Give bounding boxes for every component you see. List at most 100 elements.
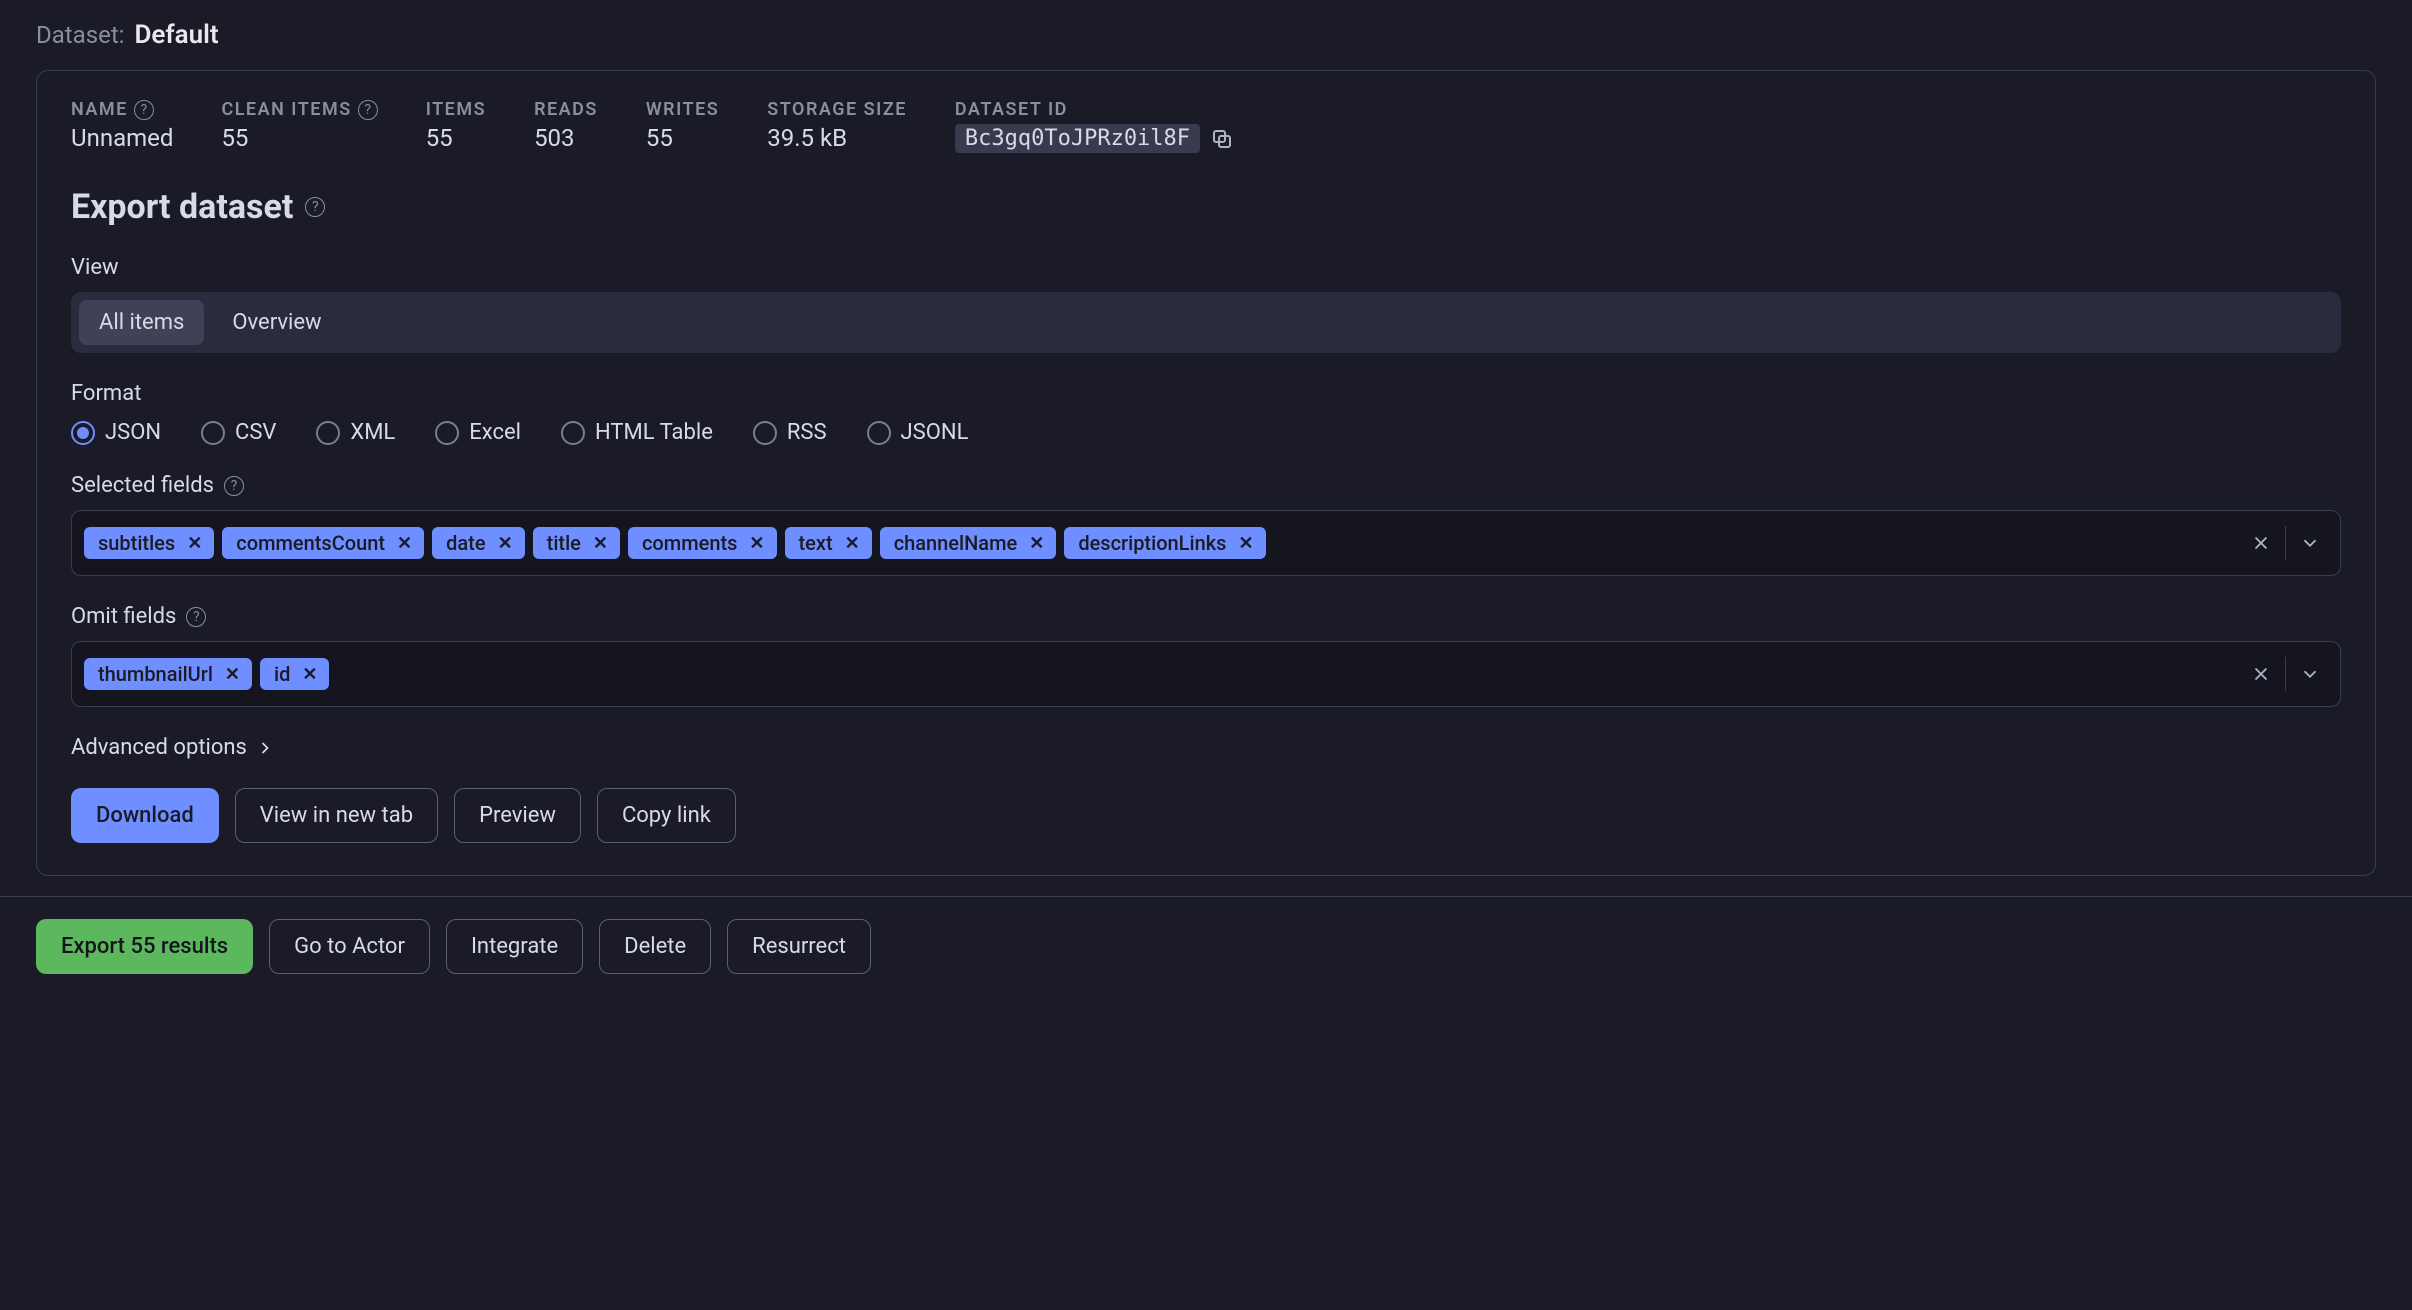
go-to-actor-button[interactable]: Go to Actor (269, 919, 430, 974)
export-title: Export dataset ? (71, 187, 2341, 227)
stat-name-value: Unnamed (71, 124, 173, 152)
remove-tag-icon[interactable]: ✕ (841, 533, 864, 554)
export-buttons-row: Download View in new tab Preview Copy li… (71, 788, 2341, 843)
chevron-right-icon (255, 738, 275, 758)
stat-reads-value: 503 (534, 124, 598, 152)
export-results-button[interactable]: Export 55 results (36, 919, 253, 974)
integrate-button[interactable]: Integrate (446, 919, 583, 974)
help-icon[interactable]: ? (224, 476, 244, 496)
advanced-options-label: Advanced options (71, 735, 247, 760)
stat-reads: READS 503 (534, 99, 598, 153)
format-label: CSV (235, 420, 276, 445)
advanced-options-toggle[interactable]: Advanced options (71, 735, 2341, 760)
remove-tag-icon[interactable]: ✕ (1025, 533, 1048, 554)
field-tag: id ✕ (260, 658, 329, 690)
field-tag: descriptionLinks ✕ (1064, 527, 1265, 559)
help-icon[interactable]: ? (186, 607, 206, 627)
format-label: XML (350, 420, 395, 445)
tag-label: date (446, 531, 485, 555)
format-label: Excel (469, 420, 521, 445)
field-tag: subtitles ✕ (84, 527, 214, 559)
field-tag: comments ✕ (628, 527, 777, 559)
tag-label: descriptionLinks (1078, 531, 1226, 555)
format-radio-rss[interactable]: RSS (753, 420, 827, 445)
remove-tag-icon[interactable]: ✕ (298, 664, 321, 685)
remove-tag-icon[interactable]: ✕ (183, 533, 206, 554)
view-overview[interactable]: Overview (212, 300, 341, 345)
tag-label: title (547, 531, 581, 555)
remove-tag-icon[interactable]: ✕ (494, 533, 517, 554)
format-label: RSS (787, 420, 827, 445)
radio-icon (201, 421, 225, 445)
format-radio-xml[interactable]: XML (316, 420, 395, 445)
chevron-down-icon[interactable] (2288, 521, 2332, 565)
format-radio-excel[interactable]: Excel (435, 420, 521, 445)
tag-label: id (274, 662, 290, 686)
tag-label: comments (642, 531, 737, 555)
dataset-name: Default (135, 20, 219, 50)
stat-clean-value: 55 (221, 124, 377, 152)
remove-tag-icon[interactable]: ✕ (745, 533, 768, 554)
tag-label: thumbnailUrl (98, 662, 213, 686)
remove-tag-icon[interactable]: ✕ (1234, 533, 1257, 554)
copy-icon[interactable] (1210, 127, 1234, 151)
help-icon[interactable]: ? (134, 100, 154, 120)
radio-icon (867, 421, 891, 445)
stat-name: NAME? Unnamed (71, 99, 173, 153)
format-label: JSONL (901, 420, 969, 445)
export-card: NAME? Unnamed CLEAN ITEMS? 55 ITEMS 55 R… (36, 70, 2376, 876)
copy-link-button[interactable]: Copy link (597, 788, 736, 843)
stat-storage-label: STORAGE SIZE (767, 99, 907, 120)
tag-label: commentsCount (236, 531, 385, 555)
help-icon[interactable]: ? (358, 100, 378, 120)
format-radio-jsonl[interactable]: JSONL (867, 420, 969, 445)
format-radio-html-table[interactable]: HTML Table (561, 420, 713, 445)
selected-fields-label: Selected fields ? (71, 473, 2341, 498)
stat-writes: WRITES 55 (646, 99, 719, 153)
tag-label: text (799, 531, 833, 555)
download-button[interactable]: Download (71, 788, 219, 843)
field-tag: commentsCount ✕ (222, 527, 424, 559)
omit-fields-input[interactable]: thumbnailUrl ✕ id ✕ (71, 641, 2341, 707)
dataset-id-value: Bc3gq0ToJPRz0il8F (955, 124, 1200, 153)
help-icon[interactable]: ? (305, 197, 325, 217)
chevron-down-icon[interactable] (2288, 652, 2332, 696)
radio-icon (753, 421, 777, 445)
field-tag: title ✕ (533, 527, 620, 559)
stat-writes-value: 55 (646, 124, 719, 152)
remove-tag-icon[interactable]: ✕ (589, 533, 612, 554)
format-label: Format (71, 381, 2341, 406)
stat-items: ITEMS 55 (426, 99, 486, 153)
omit-fields-label: Omit fields ? (71, 604, 2341, 629)
stat-id-label: DATASET ID (955, 99, 1234, 120)
view-label: View (71, 255, 2341, 280)
field-tag: thumbnailUrl ✕ (84, 658, 252, 690)
stat-items-value: 55 (426, 124, 486, 152)
delete-button[interactable]: Delete (599, 919, 711, 974)
footer-bar: Export 55 results Go to Actor Integrate … (0, 896, 2412, 996)
view-all-items[interactable]: All items (79, 300, 204, 345)
tag-label: subtitles (98, 531, 175, 555)
view-new-tab-button[interactable]: View in new tab (235, 788, 438, 843)
page-header: Dataset: Default (0, 0, 2412, 60)
selected-fields-input[interactable]: subtitles✕commentsCount✕date✕title✕comme… (71, 510, 2341, 576)
format-radio-json[interactable]: JSON (71, 420, 161, 445)
radio-icon (435, 421, 459, 445)
stat-clean-items: CLEAN ITEMS? 55 (221, 99, 377, 153)
clear-all-icon[interactable] (2239, 521, 2283, 565)
resurrect-button[interactable]: Resurrect (727, 919, 871, 974)
remove-tag-icon[interactable]: ✕ (221, 664, 244, 685)
remove-tag-icon[interactable]: ✕ (393, 533, 416, 554)
clear-all-icon[interactable] (2239, 652, 2283, 696)
stat-name-label: NAME (71, 99, 128, 120)
format-radio-group: JSON CSV XML Excel HTML Table RSS JSONL (71, 420, 2341, 445)
stat-clean-label: CLEAN ITEMS (221, 99, 351, 120)
dataset-prefix: Dataset: (36, 21, 125, 49)
export-title-text: Export dataset (71, 187, 293, 227)
selected-fields-text: Selected fields (71, 473, 214, 498)
radio-icon (561, 421, 585, 445)
stat-storage-value: 39.5 kB (767, 124, 907, 152)
radio-icon (316, 421, 340, 445)
format-radio-csv[interactable]: CSV (201, 420, 276, 445)
preview-button[interactable]: Preview (454, 788, 581, 843)
